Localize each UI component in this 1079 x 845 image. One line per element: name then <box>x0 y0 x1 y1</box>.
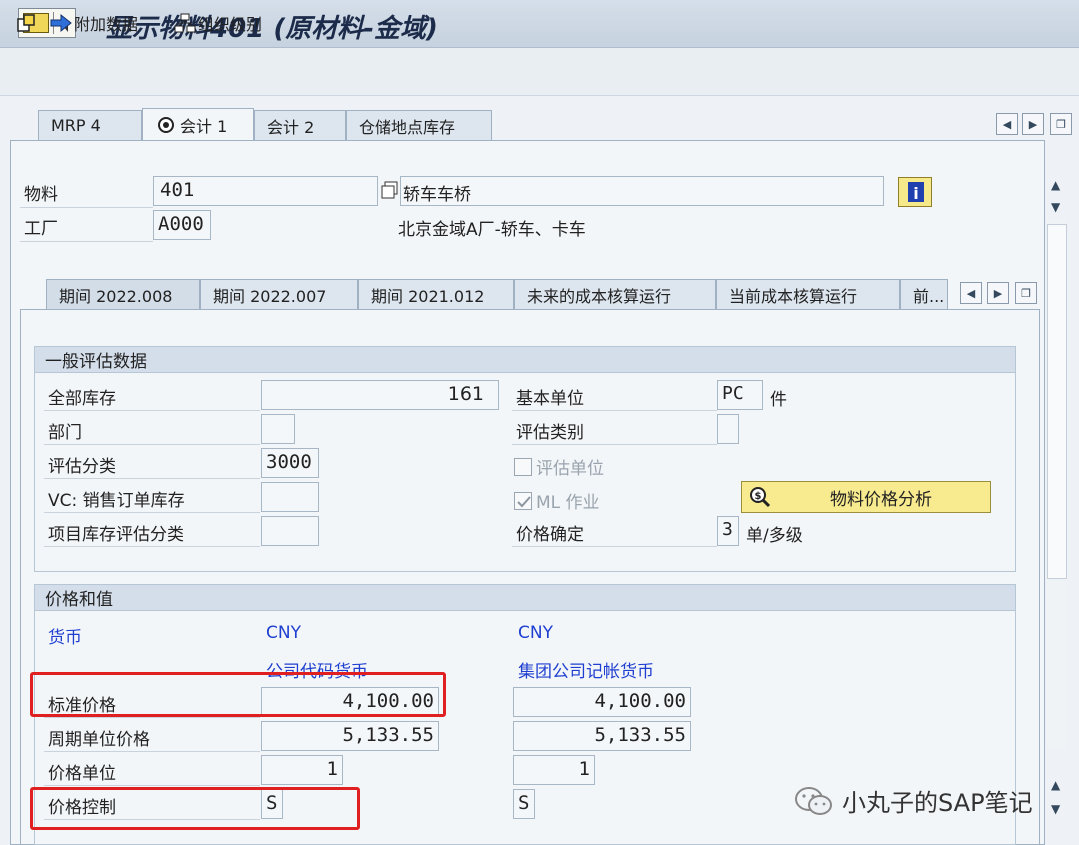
vc-sales-order-stock-label: VC: 销售订单库存 <box>44 483 260 513</box>
tab-accounting-2[interactable]: 会计 2 <box>254 110 346 140</box>
currency-label: 货币 <box>48 628 82 648</box>
group-currency-header: 集团公司记帐货币 <box>518 662 654 682</box>
tab-period-2021-012[interactable]: 期间 2021.012 <box>358 279 514 309</box>
periodic-unit-price-label: 周期单位价格 <box>44 722 260 752</box>
division-label: 部门 <box>44 415 260 445</box>
ml-active-checkbox-row[interactable]: ML 作业 <box>514 488 600 513</box>
selected-tab-icon <box>157 116 175 134</box>
periodic-unit-price-field-1[interactable]: 5,133.55 <box>261 721 439 751</box>
org-levels-label: 组织级别 <box>198 15 263 34</box>
valuated-unit-checkbox-row[interactable]: 评估单位 <box>514 454 604 479</box>
prices-values-title: 价格和值 <box>35 585 1015 611</box>
plant-field[interactable]: A000 <box>153 210 211 240</box>
plant-description: 北京金域A厂-轿车、卡车 <box>398 220 586 240</box>
org-hierarchy-icon <box>174 13 196 33</box>
window-title: 显示物料401 (原材料-金域) <box>106 14 438 44</box>
scroll-down-icon[interactable]: ▼ <box>1051 802 1060 816</box>
svg-text:i: i <box>913 184 918 203</box>
plant-label: 工厂 <box>20 212 153 242</box>
tab-storage-location-stock[interactable]: 仓储地点库存 <box>346 110 492 140</box>
valuation-category-label: 评估类别 <box>512 415 717 445</box>
price-control-highlight <box>30 787 360 830</box>
price-determination-description: 单/多级 <box>746 526 803 546</box>
tab-period-2022-007-label: 期间 2022.007 <box>213 286 327 306</box>
tab-current-costing-run-label: 当前成本核算运行 <box>729 286 858 306</box>
vertical-scrollbar[interactable]: ▲ ▼ ▲ ▼ <box>1045 168 1069 828</box>
price-determination-label: 价格确定 <box>512 517 717 547</box>
tab-period-2022-008[interactable]: 期间 2022.008 <box>46 279 200 309</box>
arrow-right-icon <box>50 13 72 33</box>
tab-future-costing-run-label: 未来的成本核算运行 <box>527 286 672 306</box>
material-label: 物料 <box>20 178 153 208</box>
price-unit-field-2[interactable]: 1 <box>513 755 595 785</box>
tab-scroll-left-button[interactable]: ◀ <box>996 113 1018 135</box>
period-tab-right-button[interactable]: ▶ <box>987 282 1009 304</box>
base-unit-description: 件 <box>770 390 787 410</box>
project-stock-valuation-class-field[interactable] <box>261 516 319 546</box>
scroll-thumb[interactable] <box>1047 224 1067 579</box>
application-toolbar <box>0 48 1079 96</box>
valuation-category-field[interactable] <box>717 414 739 444</box>
material-price-analysis-button[interactable]: $ 物料价格分析 <box>741 481 991 513</box>
material-price-analysis-label: 物料价格分析 <box>830 489 932 510</box>
material-description-field[interactable]: 轿车车桥 <box>400 176 884 206</box>
base-unit-label: 基本单位 <box>512 381 717 411</box>
tab-mrp4-label: MRP 4 <box>51 116 101 135</box>
valuation-class-field[interactable]: 3000 <box>261 448 319 478</box>
division-field[interactable] <box>261 414 295 444</box>
period-tab-list-button[interactable]: ❐ <box>1015 282 1037 304</box>
scroll-down-page-icon[interactable]: ▼ <box>1051 200 1060 214</box>
valuated-unit-checkbox[interactable] <box>514 457 532 476</box>
currency-col1: CNY <box>266 623 301 643</box>
tab-previous[interactable]: 前... <box>900 279 948 309</box>
tab-list-button[interactable]: ❐ <box>1050 113 1072 135</box>
tab-storage-location-stock-label: 仓储地点库存 <box>359 117 456 137</box>
tab-accounting-2-label: 会计 2 <box>267 117 315 137</box>
svg-text:$: $ <box>755 491 762 502</box>
watermark-text: 小丸子的SAP笔记 <box>842 789 1033 817</box>
vc-sales-order-stock-field[interactable] <box>261 482 319 512</box>
project-stock-valuation-class-label: 项目库存评估分类 <box>44 517 260 547</box>
additional-data-button[interactable]: 附加数据 <box>50 10 138 36</box>
additional-data-label: 附加数据 <box>74 15 139 34</box>
price-unit-field-1[interactable]: 1 <box>261 755 343 785</box>
org-levels-button[interactable]: 组织级别 <box>174 10 262 36</box>
periodic-unit-price-field-2[interactable]: 5,133.55 <box>513 721 691 751</box>
copy-icon[interactable] <box>380 180 400 200</box>
tab-mrp4[interactable]: MRP 4 <box>38 110 142 140</box>
total-stock-label: 全部库存 <box>44 381 260 411</box>
info-button[interactable]: i <box>898 177 932 207</box>
scroll-up-page-icon[interactable]: ▲ <box>1051 778 1060 792</box>
material-field[interactable]: 401 <box>153 176 378 206</box>
display-change-icon <box>16 13 36 33</box>
tab-accounting-1-label: 会计 1 <box>180 116 228 136</box>
general-valuation-title: 一般评估数据 <box>35 347 1015 373</box>
tab-current-costing-run[interactable]: 当前成本核算运行 <box>716 279 900 309</box>
price-control-field-2[interactable]: S <box>513 789 535 819</box>
ml-active-label: ML 作业 <box>536 493 600 513</box>
base-unit-field[interactable]: PC <box>717 380 763 410</box>
tab-period-2022-008-label: 期间 2022.008 <box>59 286 173 306</box>
price-unit-label: 价格单位 <box>44 756 260 786</box>
ml-active-checkbox[interactable] <box>514 491 532 510</box>
total-stock-field[interactable]: 161 <box>261 380 499 410</box>
scroll-up-icon[interactable]: ▲ <box>1051 178 1060 192</box>
standard-price-highlight <box>30 672 446 717</box>
price-determination-field[interactable]: 3 <box>717 516 739 546</box>
valuation-class-label: 评估分类 <box>44 449 260 479</box>
period-tab-left-button[interactable]: ◀ <box>960 282 982 304</box>
standard-price-field-2[interactable]: 4,100.00 <box>513 687 691 717</box>
magnifier-dollar-icon: $ <box>748 485 772 509</box>
watermark: 小丸子的SAP笔记 <box>794 783 1033 818</box>
valuated-unit-label: 评估单位 <box>536 459 604 479</box>
tab-period-2022-007[interactable]: 期间 2022.007 <box>200 279 358 309</box>
tab-accounting-1[interactable]: 会计 1 <box>142 108 254 140</box>
wechat-icon <box>794 785 834 817</box>
tab-scroll-right-button[interactable]: ▶ <box>1022 113 1044 135</box>
tab-period-2021-012-label: 期间 2021.012 <box>371 286 485 306</box>
display-change-button[interactable] <box>16 10 36 36</box>
tab-previous-label: 前... <box>913 286 945 306</box>
currency-col2: CNY <box>518 623 553 643</box>
tab-future-costing-run[interactable]: 未来的成本核算运行 <box>514 279 716 309</box>
